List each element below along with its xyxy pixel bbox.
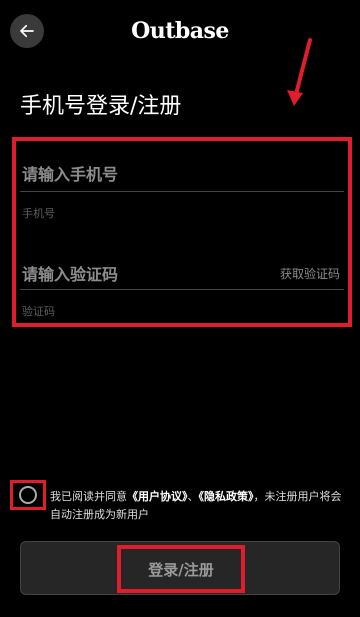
login-form: 请输入手机号 手机号 请输入验证码 获取验证码 验证码 bbox=[12, 137, 352, 327]
phone-hint: 手机号 bbox=[22, 207, 55, 220]
get-code-button[interactable]: 获取验证码 bbox=[280, 265, 340, 282]
privacy-policy-link[interactable]: 《隐私政策》 bbox=[199, 490, 254, 503]
agreement-separator: 、 bbox=[187, 490, 199, 503]
user-agreement-link[interactable]: 《用户协议》 bbox=[127, 490, 188, 503]
annotation-arrow-icon bbox=[287, 38, 312, 106]
code-input[interactable]: 请输入验证码 bbox=[22, 261, 118, 285]
login-register-label: 登录/注册 bbox=[117, 545, 245, 593]
agreement-prefix: 我已阅读并同意 bbox=[50, 490, 127, 503]
code-hint: 验证码 bbox=[22, 305, 55, 318]
login-register-button[interactable]: 登录/注册 bbox=[20, 541, 340, 595]
phone-divider bbox=[20, 191, 344, 192]
phone-input[interactable]: 请输入手机号 bbox=[22, 161, 118, 185]
agreement-text: 我已阅读并同意《用户协议》、《隐私政策》，未注册用户将会自动注册成为新用户 bbox=[50, 488, 350, 524]
code-divider bbox=[20, 289, 344, 290]
radio-circle-icon bbox=[19, 486, 37, 504]
page-title: 手机号登录/注册 bbox=[20, 94, 182, 119]
agreement-checkbox[interactable] bbox=[10, 480, 46, 510]
